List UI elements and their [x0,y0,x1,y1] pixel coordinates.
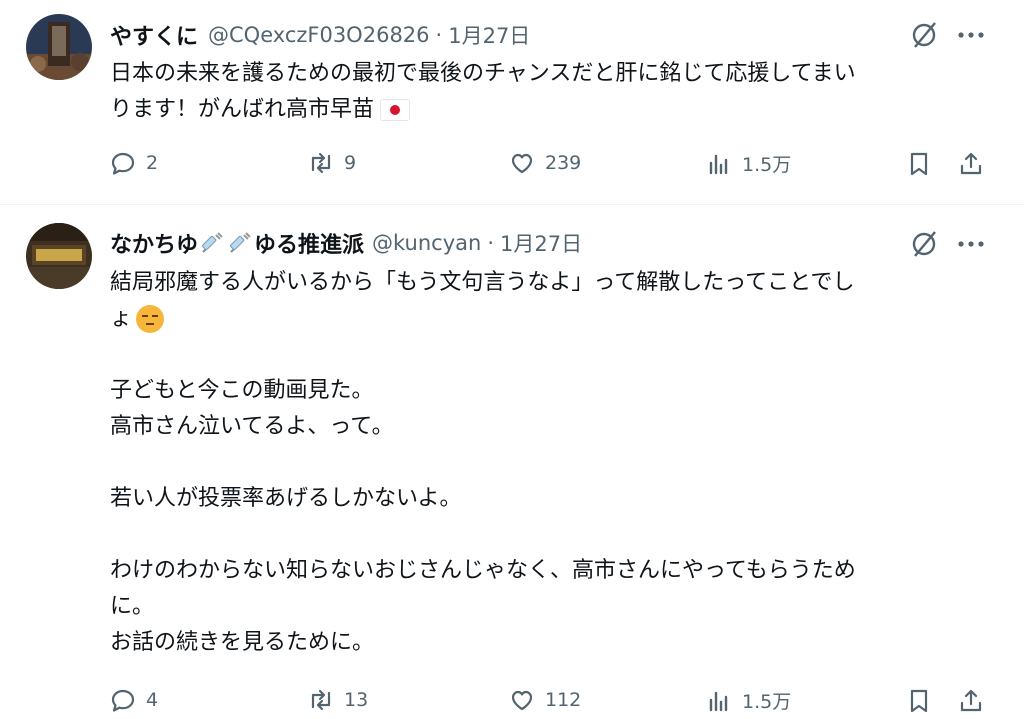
text-line-with-emoji: ります！がんばれ高市早苗 [110,92,990,128]
like-button[interactable]: 112 [509,687,581,713]
tweet-text: 結局邪魔する人がいるから「もう文句言うなよ」って解散したってことでし ょ 子ども… [110,265,990,661]
reply-count: 2 [146,152,159,174]
view-count: 1.5万 [742,691,792,713]
bookmark-icon [910,689,928,713]
syringe-emoji [202,232,223,253]
text-line-with-emoji: ょ [110,301,990,337]
reply-button[interactable]: 2 [110,150,158,176]
display-name-prefix[interactable]: なかちゆ [110,227,198,259]
views-button[interactable]: 1.5万 [706,687,791,714]
share-icon [960,689,982,712]
views-icon [709,691,728,711]
repost-button[interactable]: 9 [308,150,356,176]
separator-dot: · [435,23,443,47]
tweet-header: やすくに @CQexczF03O26826 · 1月27日 [110,18,530,52]
avatar[interactable] [26,223,92,289]
user-handle[interactable]: @CQexczF03O26826 [208,23,430,47]
views-button[interactable]: 1.5万 [706,150,791,177]
like-count: 112 [545,689,582,711]
view-count: 1.5万 [742,154,792,176]
bookmark-icon [910,152,928,176]
share-button[interactable] [958,151,984,177]
text-line: 日本の未来を護るための最初で最後のチャンスだと肝に銘じて応援してまい [110,61,856,86]
repost-icon [311,689,331,711]
like-icon [511,153,533,174]
repost-icon [311,152,331,174]
share-icon [960,152,982,175]
avatar[interactable] [26,14,92,80]
display-name[interactable]: やすくに [110,19,198,51]
reply-count: 4 [146,689,159,711]
repost-button[interactable]: 13 [308,687,368,713]
post-date[interactable]: 1月27日 [500,228,582,258]
text-line: お話の続きを見るために。 [110,630,375,655]
repost-count: 13 [344,689,369,711]
text-line: 子どもと今この動画見た。 [110,378,374,403]
reply-icon [111,152,135,175]
like-icon [511,690,533,711]
tweet-2[interactable]: なかちゆ ゆる推進派 @kuncyan · 1月27日 結局邪魔する人がいるから… [0,205,1024,719]
tweet-1[interactable]: やすくに @CQexczF03O26826 · 1月27日 日本の未来を護るため… [0,0,1024,200]
share-button[interactable] [958,688,984,714]
grok-icon[interactable] [910,229,940,263]
user-handle[interactable]: @kuncyan [372,231,481,255]
reply-icon [111,689,135,712]
like-count: 239 [545,152,582,174]
grok-icon[interactable] [910,20,940,54]
pensive-face-emoji [136,305,165,333]
text-line: 結局邪魔する人がいるから「もう文句言うなよ」って解散したってことでし [110,270,855,295]
post-date[interactable]: 1月27日 [448,20,530,50]
text-line: ょ [110,306,133,331]
tweet-text: 日本の未来を護るための最初で最後のチャンスだと肝に銘じて応援してまい ります！が… [110,56,990,128]
text-line: 高市さん泣いてるよ、って。 [110,414,394,439]
text-line: ります！がんばれ高市早苗 [110,97,375,122]
reply-button[interactable]: 4 [110,687,158,713]
more-icon[interactable] [956,231,986,261]
text-line: に。 [110,594,155,619]
syringe-emoji [230,232,251,253]
bookmark-button[interactable] [906,688,932,714]
separator-dot: · [487,231,495,255]
like-button[interactable]: 239 [509,150,581,176]
tweet-header: なかちゆ ゆる推進派 @kuncyan · 1月27日 [110,226,582,260]
repost-count: 9 [344,152,357,174]
bookmark-button[interactable] [906,151,932,177]
views-icon [709,154,728,174]
text-line: 若い人が投票率あげるしかないよ。 [110,486,462,511]
display-name-suffix[interactable]: ゆる推進派 [254,227,364,259]
more-icon[interactable] [956,22,986,52]
text-line: わけのわからない知らないおじさんじゃなく、高市さんにやってもらうため [110,558,856,583]
japan-flag-emoji [380,99,411,121]
